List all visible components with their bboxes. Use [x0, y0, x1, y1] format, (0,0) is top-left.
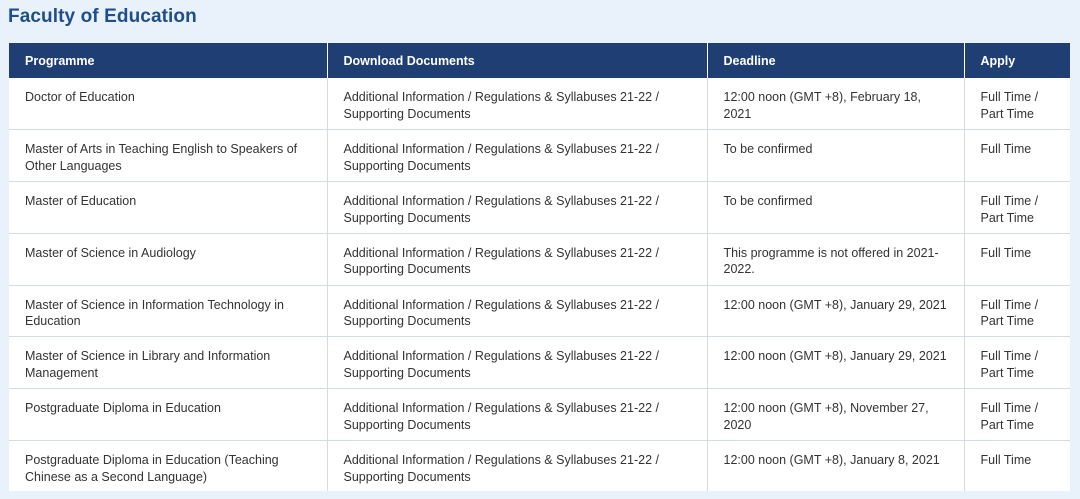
programme-table: Programme Download Documents Deadline Ap… [9, 43, 1070, 491]
download-documents-links[interactable]: Additional Information / Regulations & S… [327, 336, 708, 390]
programme-cell: Master of Science in Information Technol… [9, 285, 328, 338]
column-header-programme: Programme [9, 43, 328, 78]
apply-links[interactable]: Full Time / Part Time [964, 285, 1070, 338]
apply-links[interactable]: Full Time [964, 233, 1070, 286]
apply-links[interactable]: Full Time [964, 129, 1070, 183]
table-header: Programme Download Documents Deadline Ap… [9, 43, 1070, 78]
deadline-cell: 12:00 noon (GMT +8), February 18, 2021 [707, 78, 965, 131]
apply-links[interactable]: Full Time [964, 441, 1070, 491]
programme-table-container: Programme Download Documents Deadline Ap… [9, 43, 1070, 491]
programme-cell: Postgraduate Diploma in Education (Teach… [9, 440, 328, 491]
table-row: Postgraduate Diploma in Education (Teach… [9, 440, 1070, 491]
deadline-cell: To be confirmed [707, 129, 965, 183]
download-documents-links[interactable]: Additional Information / Regulations & S… [327, 181, 708, 234]
table-row: Master of Science in Information Technol… [9, 285, 1070, 338]
programme-cell: Master of Arts in Teaching English to Sp… [9, 129, 328, 183]
apply-links[interactable]: Full Time / Part Time [964, 388, 1070, 442]
table-row: Master of Science in Audiology Additional… [9, 233, 1070, 286]
deadline-cell: 12:00 noon (GMT +8), January 29, 2021 [707, 285, 965, 338]
column-header-deadline: Deadline [707, 43, 965, 78]
page-title: Faculty of Education [8, 6, 197, 27]
apply-links[interactable]: Full Time / Part Time [964, 181, 1070, 234]
deadline-cell: To be confirmed [707, 181, 965, 234]
download-documents-links[interactable]: Additional Information / Regulations & S… [327, 440, 708, 491]
apply-links[interactable]: Full Time / Part Time [964, 78, 1070, 131]
table-row: Postgraduate Diploma in Education Additio… [9, 388, 1070, 442]
download-documents-links[interactable]: Additional Information / Regulations & S… [327, 129, 708, 183]
table-row: Master of Science in Library and Informa… [9, 336, 1070, 390]
header-row: Programme Download Documents Deadline Ap… [9, 43, 1070, 78]
table-row: Master of Education Additional Informatio… [9, 181, 1070, 234]
programme-cell: Master of Education [9, 181, 328, 234]
page: Faculty of Education Programme Download … [0, 0, 1080, 499]
column-header-apply: Apply [964, 43, 1070, 78]
deadline-cell: 12:00 noon (GMT +8), January 29, 2021 [707, 336, 965, 390]
deadline-cell: This programme is not offered in 2021-20… [707, 233, 965, 286]
table-row: Master of Arts in Teaching English to Sp… [9, 129, 1070, 183]
download-documents-links[interactable]: Additional Information / Regulations & S… [327, 388, 708, 442]
column-header-documents: Download Documents [327, 43, 708, 78]
programme-cell: Master of Science in Library and Informa… [9, 336, 328, 390]
programme-cell: Doctor of Education [9, 78, 328, 131]
programme-cell: Postgraduate Diploma in Education [9, 388, 328, 442]
programme-cell: Master of Science in Audiology [9, 233, 328, 286]
apply-links[interactable]: Full Time / Part Time [964, 336, 1070, 390]
table-body: Doctor of Education Additional Informatio… [9, 78, 1070, 491]
download-documents-links[interactable]: Additional Information / Regulations & S… [327, 233, 708, 286]
table-row: Doctor of Education Additional Informatio… [9, 78, 1070, 131]
deadline-cell: 12:00 noon (GMT +8), November 27, 2020 [707, 388, 965, 442]
deadline-cell: 12:00 noon (GMT +8), January 8, 2021 [707, 440, 965, 491]
download-documents-links[interactable]: Additional Information / Regulations & S… [327, 285, 708, 338]
download-documents-links[interactable]: Additional Information / Regulations & S… [327, 78, 708, 131]
